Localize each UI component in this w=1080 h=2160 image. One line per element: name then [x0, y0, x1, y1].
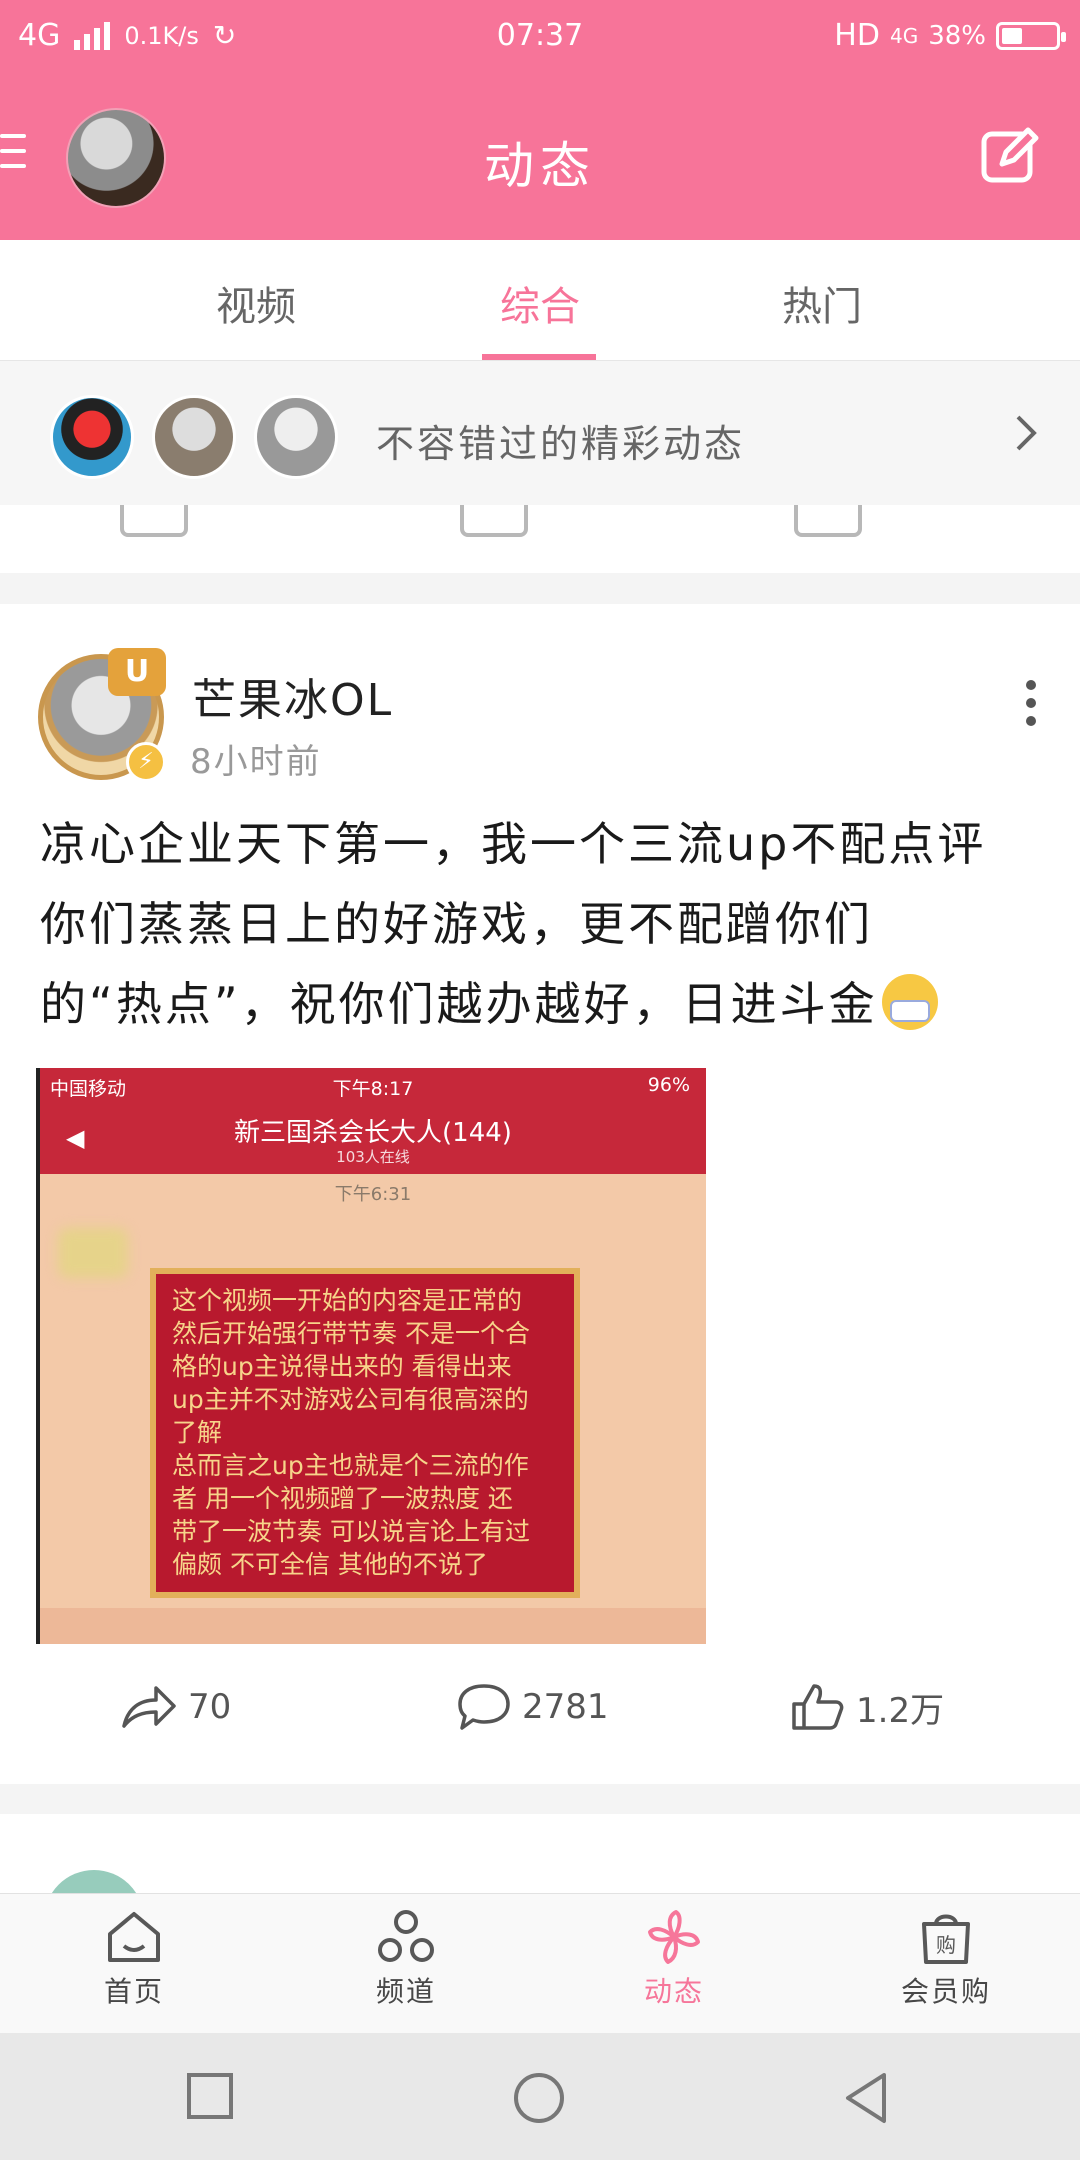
nav-shop-label: 会员购	[900, 1975, 991, 2008]
network-type-right: 4G	[889, 23, 919, 48]
share-icon	[122, 1686, 176, 1728]
author-name[interactable]: 芒果冰OL	[192, 664, 393, 728]
compose-icon[interactable]	[980, 126, 1040, 186]
banner-avatar-2	[152, 395, 236, 479]
active-tab-indicator	[482, 354, 596, 360]
post-actions: 70 2781 1.2万	[0, 1668, 1080, 1748]
banner-avatar-3	[254, 395, 338, 479]
up-badge-icon: U	[108, 648, 166, 696]
svg-text:购: 购	[936, 1933, 956, 1957]
app-header: 动态	[0, 70, 1080, 240]
image-message-bubble: 这个视频一开始的内容是正常的 然后开始强行带节奏 不是一个合 格的up主说得出来…	[150, 1268, 580, 1598]
bubble-line: 然后开始强行带节奏 不是一个合	[172, 1319, 530, 1348]
post-text: 凉心企业天下第一，我一个三流up不配点评 你们蒸蒸日上的好游戏，更不配蹭你们 的…	[40, 804, 1040, 1044]
share-button[interactable]: 70	[120, 1682, 231, 1732]
like-count: 1.2万	[856, 1690, 945, 1731]
image-chat-header: ◀ 新三国杀会长大人(144) 103人在线	[40, 1104, 706, 1174]
nav-home[interactable]: 首页	[54, 1908, 214, 2010]
bubble-line: 这个视频一开始的内容是正常的	[172, 1286, 523, 1315]
nav-dynamic[interactable]: 动态	[594, 1908, 754, 2010]
chevron-right-icon	[1016, 415, 1037, 451]
nav-home-label: 首页	[103, 1975, 164, 2008]
post-text-line: 你们蒸蒸日上的好游戏，更不配蹭你们	[40, 897, 873, 951]
image-status-bar: 中国移动 下午8:17 96%	[40, 1068, 706, 1104]
nav-dynamic-label: 动态	[643, 1975, 704, 2008]
feed-tabs: 视频 综合 热门	[0, 240, 1080, 361]
post-image[interactable]: 中国移动 下午8:17 96% ◀ 新三国杀会长大人(144) 103人在线 下…	[36, 1068, 706, 1644]
post-text-line: 凉心企业天下第一，我一个三流up不配点评	[40, 817, 987, 871]
nav-channel-label: 频道	[375, 1975, 436, 2008]
shopping-bag-icon: 购	[922, 1914, 970, 1964]
bubble-line: 了解	[172, 1418, 223, 1447]
image-blurred-avatar	[58, 1228, 128, 1278]
back-triangle-icon[interactable]	[842, 2071, 890, 2125]
home-icon	[108, 1912, 160, 1962]
banner-avatar-1	[50, 395, 134, 479]
pinwheel-icon	[648, 1910, 700, 1964]
next-author-avatar	[44, 1870, 144, 1894]
share-icon	[120, 505, 188, 537]
post-text-line: 的“热点”，祝你们越办越好，日进斗金	[40, 977, 878, 1031]
comment-count: 2781	[522, 1687, 609, 1727]
bubble-line: 者 用一个视频蹭了一波热度 还	[172, 1484, 513, 1513]
image-battery: 96%	[647, 1074, 690, 1096]
tab-video[interactable]: 视频	[176, 274, 336, 332]
mask-face-emoji-icon	[881, 974, 938, 1030]
hd-indicator: HD	[834, 18, 880, 53]
thumbs-up-icon	[792, 1684, 844, 1730]
post-time: 8小时前	[190, 742, 322, 782]
nav-shop[interactable]: 购 会员购	[866, 1908, 1026, 2010]
comment-button[interactable]: 2781	[456, 1682, 609, 1732]
image-group-title: 新三国杀会长大人(144)	[234, 1118, 512, 1148]
bubble-line: 格的up主说得出来的 看得出来	[172, 1352, 512, 1381]
tab-hot[interactable]: 热门	[742, 274, 902, 332]
image-message-time: 下午6:31	[334, 1184, 412, 1205]
nav-channel[interactable]: 频道	[326, 1908, 486, 2010]
highlight-banner[interactable]: 不容错过的精彩动态	[0, 361, 1080, 505]
post-card: U ⚡ 芒果冰OL 8小时前 凉心企业天下第一，我一个三流up不配点评 你们蒸蒸…	[0, 604, 1080, 1784]
image-online-count: 103人在线	[336, 1148, 410, 1166]
bottom-nav: 首页 频道 动态 购 会员购	[0, 1893, 1080, 2034]
recent-apps-icon[interactable]	[186, 2071, 234, 2121]
battery-icon	[996, 21, 1066, 50]
image-time: 下午8:17	[332, 1078, 414, 1100]
like-icon	[794, 505, 862, 537]
bubble-line: up主并不对游戏公司有很高深的	[172, 1385, 529, 1414]
page-title: 动态	[484, 137, 596, 195]
bubble-line: 总而言之up主也就是个三流的作	[172, 1451, 529, 1480]
system-nav-bar	[0, 2033, 1080, 2160]
next-post-remnant	[0, 1814, 1080, 1894]
home-circle-icon[interactable]	[512, 2071, 566, 2125]
comment-icon	[458, 1684, 510, 1730]
like-button[interactable]: 1.2万	[790, 1682, 944, 1732]
more-options-icon[interactable]	[1026, 680, 1038, 734]
comment-icon	[460, 505, 528, 537]
battery-percent: 38%	[928, 20, 986, 51]
status-bar: 4G 0.1K/s ↻ 07:37 HD 4G 38%	[0, 0, 1080, 70]
image-bottom-fade	[40, 1608, 706, 1644]
verified-bolt-icon: ⚡	[126, 742, 166, 782]
bubble-line: 偏颇 不可全信 其他的不说了	[172, 1550, 488, 1579]
banner-text: 不容错过的精彩动态	[376, 422, 746, 466]
previous-post-remnant	[0, 505, 1080, 573]
tab-general[interactable]: 综合	[460, 274, 620, 332]
channel-icon	[378, 1910, 434, 1962]
share-count: 70	[188, 1687, 232, 1727]
bubble-line: 带了一波节奏 可以说言论上有过	[172, 1517, 530, 1546]
